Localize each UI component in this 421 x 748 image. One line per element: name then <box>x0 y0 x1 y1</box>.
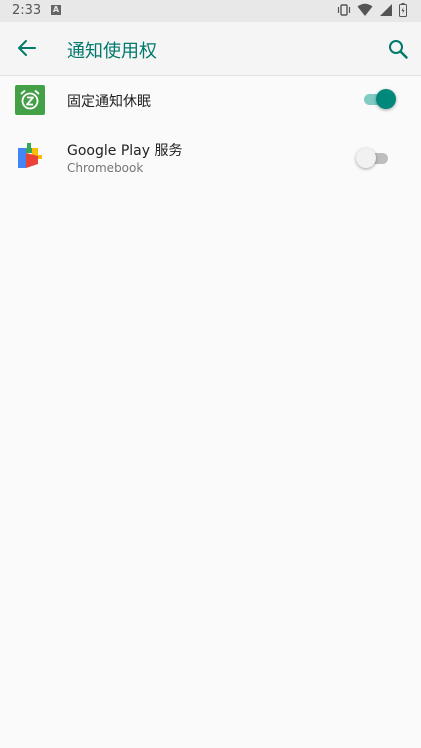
notification-icon: A <box>51 5 61 15</box>
page-title: 通知使用权 <box>67 41 157 62</box>
status-icons <box>337 3 407 17</box>
status-bar: 2:33 A <box>0 0 421 22</box>
back-button[interactable] <box>16 37 38 59</box>
list-item-google-play-services[interactable]: Google Play 服务 Chromebook <box>0 124 421 194</box>
vibrate-icon <box>337 3 351 17</box>
app-bar: 通知使用权 <box>0 22 421 76</box>
list-item-subtitle: Chromebook <box>67 161 144 175</box>
list-item-title: Google Play 服务 <box>67 143 183 159</box>
google-play-services-toggle[interactable] <box>356 148 392 168</box>
google-play-services-icon <box>15 142 43 174</box>
toggle-thumb <box>376 89 396 109</box>
wifi-icon <box>357 3 373 17</box>
search-icon <box>389 40 408 59</box>
status-time: 2:33 <box>12 3 42 18</box>
signal-icon <box>379 3 393 17</box>
snooze-alarm-icon <box>15 85 45 119</box>
list-item-snooze[interactable]: 固定通知休眠 <box>0 76 421 124</box>
snooze-toggle[interactable] <box>362 89 398 109</box>
search-button[interactable] <box>387 38 409 60</box>
toggle-thumb <box>356 148 376 168</box>
battery-icon <box>399 3 407 17</box>
list-item-title: 固定通知休眠 <box>67 94 151 110</box>
arrow-back-icon <box>18 40 36 56</box>
